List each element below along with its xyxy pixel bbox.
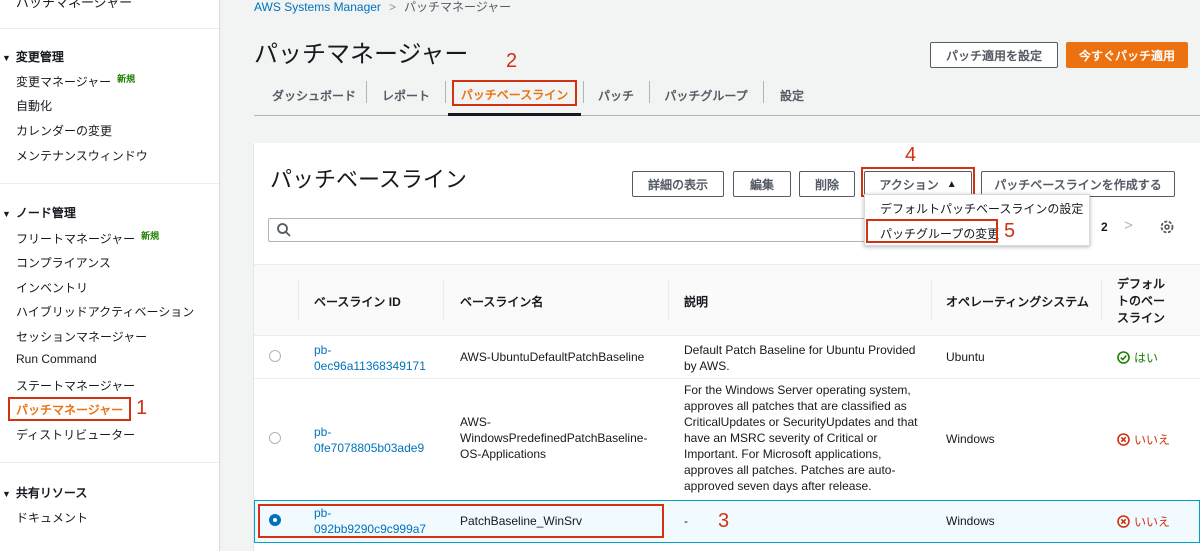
annotation-box-2 xyxy=(452,80,577,106)
column-divider xyxy=(668,280,669,320)
annotation-box-3 xyxy=(258,504,664,538)
annotation-box-1 xyxy=(8,397,131,421)
breadcrumb-link-root[interactable]: AWS Systems Manager xyxy=(254,0,381,14)
tab-patches[interactable]: パッチ xyxy=(584,76,648,114)
tab-bar: ダッシュボード レポート パッチベースライン パッチ パッチグループ 設定 xyxy=(254,76,1200,116)
annotation-number-3: 3 xyxy=(718,510,730,532)
default-status: はい xyxy=(1117,349,1158,366)
menu-item-set-default-baseline[interactable]: デフォルトパッチベースラインの設定 xyxy=(880,200,1083,217)
caret-down-icon: ▼ xyxy=(2,53,11,63)
sidebar-item-session-manager[interactable]: セッションマネージャー xyxy=(16,328,147,345)
tab-dashboard[interactable]: ダッシュボード xyxy=(262,76,366,114)
delete-button[interactable]: 削除 xyxy=(799,171,855,197)
baseline-description: For the Windows Server operating system,… xyxy=(684,383,918,493)
sidebar-item-change-manager[interactable]: 変更マネージャー 新規 xyxy=(16,73,135,90)
baseline-id-link[interactable]: pb- 0fe7078805b03ade9 xyxy=(314,424,424,456)
page-title: パッチマネージャー xyxy=(254,41,469,68)
sidebar-divider xyxy=(0,28,219,29)
default-status: いいえ xyxy=(1117,513,1170,530)
sidebar-item-run-command[interactable]: Run Command xyxy=(16,352,97,366)
annotation-number-2: 2 xyxy=(506,50,518,72)
sidebar-item-change-calendar[interactable]: カレンダーの変更 xyxy=(16,122,112,139)
column-divider xyxy=(931,280,932,320)
breadcrumb: AWS Systems Manager > パッチマネージャー xyxy=(254,0,511,15)
panel-title: パッチベースライン xyxy=(270,167,467,192)
annotation-number-1: 1 xyxy=(136,397,148,419)
sidebar-item-distributor[interactable]: ディストリビューター xyxy=(16,426,135,443)
sidebar-item-documents[interactable]: ドキュメント xyxy=(16,509,88,526)
x-circle-icon xyxy=(1117,433,1130,446)
column-header-default-baseline[interactable]: デフォルトのベースライン xyxy=(1117,276,1165,327)
baseline-id-link[interactable]: pb- 0ec96a11368349171 xyxy=(314,342,426,374)
x-circle-icon xyxy=(1117,515,1130,528)
tab-divider xyxy=(445,81,446,103)
sidebar-item-cut[interactable]: パッチマネージャー xyxy=(16,0,132,11)
chevron-right-icon: > xyxy=(388,0,396,14)
annotation-box-4 xyxy=(861,167,975,197)
search-input[interactable] xyxy=(268,218,868,242)
row-radio-button[interactable] xyxy=(269,350,281,362)
tab-settings[interactable]: 設定 xyxy=(764,76,820,114)
baseline-description: - xyxy=(684,514,688,528)
new-badge: 新規 xyxy=(117,74,136,84)
sidebar-item-inventory[interactable]: インベントリ xyxy=(16,279,88,296)
view-details-button[interactable]: 詳細の表示 xyxy=(632,171,724,197)
column-header-baseline-id[interactable]: ベースライン ID xyxy=(314,293,401,310)
annotation-number-4: 4 xyxy=(905,144,917,166)
sidebar-divider xyxy=(0,462,219,463)
configure-patching-button[interactable]: パッチ適用を設定 xyxy=(930,42,1058,68)
row-divider xyxy=(254,378,1200,379)
column-header-baseline-name[interactable]: ベースライン名 xyxy=(460,293,543,310)
edit-button[interactable]: 編集 xyxy=(733,171,791,197)
operating-system: Ubuntu xyxy=(946,350,985,364)
sidebar-section-change[interactable]: ▼ 変更管理 xyxy=(2,48,64,65)
baseline-name: AWS-UbuntuDefaultPatchBaseline xyxy=(460,350,645,364)
sidebar-item-compliance[interactable]: コンプライアンス xyxy=(16,254,111,271)
sidebar-item-automation[interactable]: 自動化 xyxy=(16,97,52,114)
sidebar-item-state-manager[interactable]: ステートマネージャー xyxy=(16,377,135,394)
new-badge: 新規 xyxy=(141,231,160,241)
row-radio-button[interactable] xyxy=(269,432,281,444)
sidebar-divider xyxy=(0,183,219,184)
sidebar-item-hybrid-activations[interactable]: ハイブリッドアクティベーション xyxy=(16,303,194,320)
operating-system: Windows xyxy=(946,514,995,528)
tab-reports[interactable]: レポート xyxy=(367,76,445,114)
sidebar-section-shared[interactable]: ▼ 共有リソース xyxy=(2,484,87,501)
annotation-box-5 xyxy=(866,219,998,243)
patch-now-button[interactable]: 今すぐパッチ適用 xyxy=(1066,42,1188,68)
annotation-number-5: 5 xyxy=(1004,220,1016,242)
baseline-description: Default Patch Baseline for Ubuntu Provid… xyxy=(684,343,916,373)
sidebar-item-fleet-manager[interactable]: フリートマネージャー 新規 xyxy=(16,230,159,247)
column-header-os[interactable]: オペレーティングシステム xyxy=(946,293,1089,310)
tab-patch-groups[interactable]: パッチグループ xyxy=(650,76,762,114)
operating-system: Windows xyxy=(946,432,995,446)
column-divider xyxy=(1101,280,1102,320)
column-divider xyxy=(443,280,444,320)
search-icon xyxy=(277,223,291,237)
sidebar-item-maintenance-windows[interactable]: メンテナンスウィンドウ xyxy=(16,147,148,164)
check-circle-icon xyxy=(1117,351,1130,364)
page-number[interactable]: 2 xyxy=(1101,220,1108,234)
column-divider xyxy=(298,280,299,320)
baseline-name: AWS-WindowsPredefinedPatchBaseline-OS-Ap… xyxy=(460,415,648,461)
sidebar: パッチマネージャー ▼ 変更管理 変更マネージャー 新規 自動化 カレンダーの変更 … xyxy=(0,0,220,551)
caret-down-icon: ▼ xyxy=(2,489,11,499)
column-header-description[interactable]: 説明 xyxy=(684,293,708,310)
default-status: いいえ xyxy=(1117,431,1170,448)
caret-down-icon: ▼ xyxy=(2,209,11,219)
breadcrumb-current: パッチマネージャー xyxy=(403,0,512,14)
sidebar-section-node[interactable]: ▼ ノード管理 xyxy=(2,204,76,221)
gear-icon[interactable] xyxy=(1158,218,1176,236)
chevron-right-icon[interactable]: > xyxy=(1124,217,1133,234)
